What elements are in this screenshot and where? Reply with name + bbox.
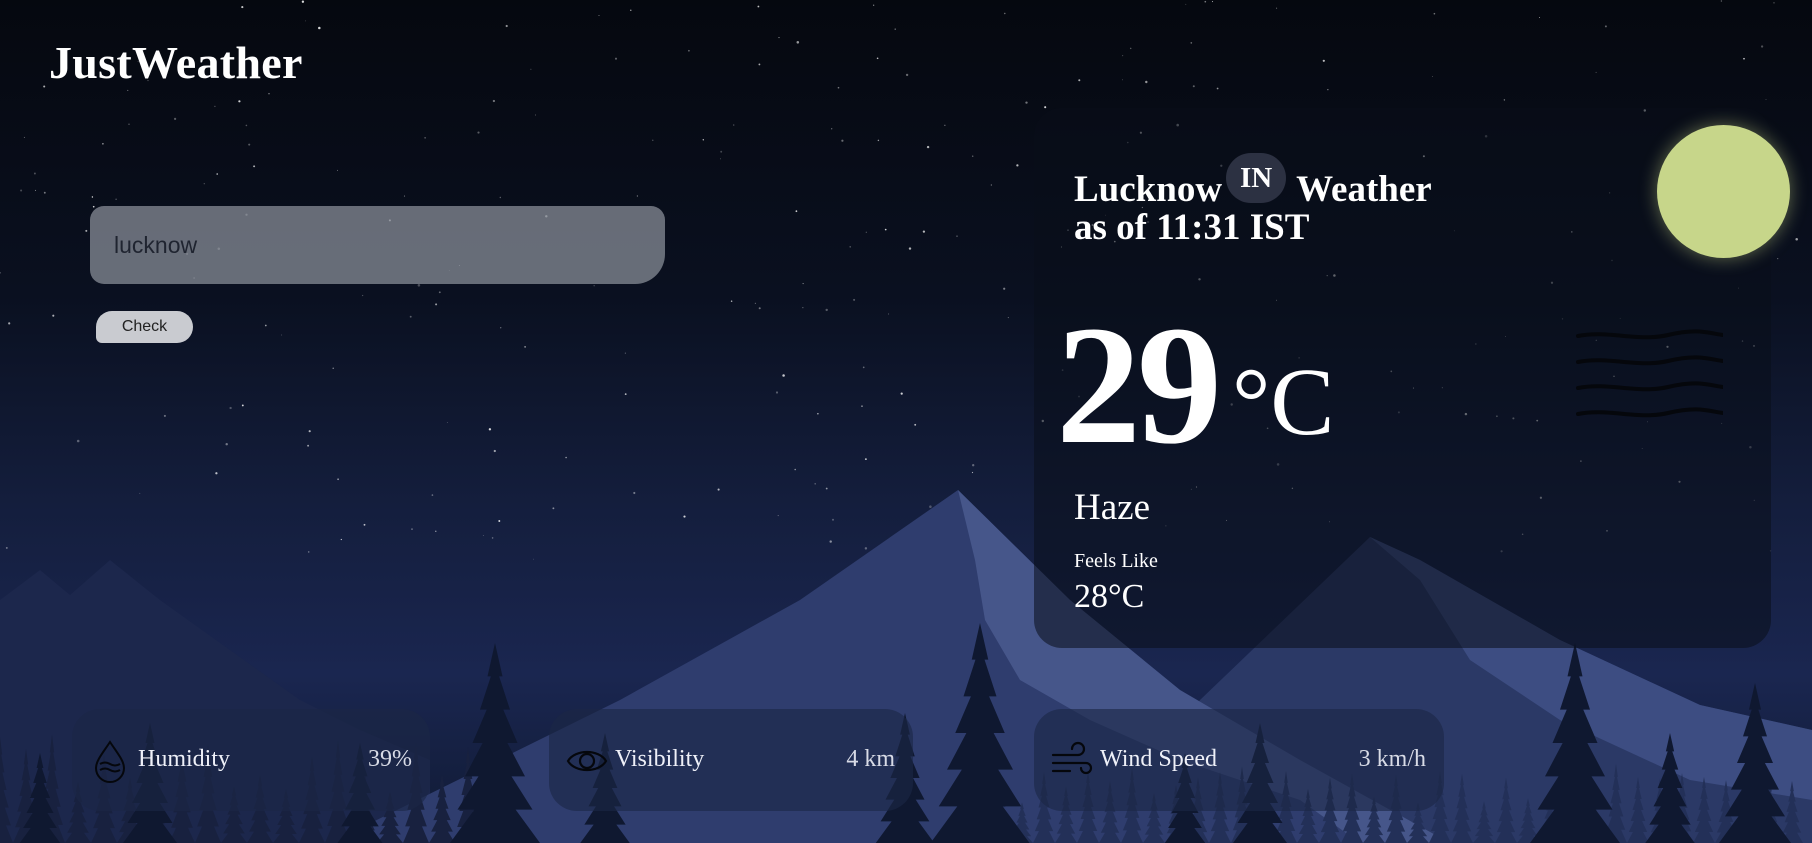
visibility-value: 4 km <box>846 746 895 772</box>
city-search-input[interactable] <box>90 206 665 284</box>
as-of-time: as of 11:31 IST <box>1074 207 1310 248</box>
eye-icon <box>566 750 608 772</box>
feels-like-label: Feels Like <box>1074 550 1158 572</box>
moon-icon <box>1657 125 1790 258</box>
humidity-card: Humidity 39% <box>72 709 430 811</box>
humidity-label: Humidity <box>138 746 231 772</box>
feels-like-value: 28°C <box>1074 578 1145 615</box>
weather-heading-suffix: Weather <box>1296 168 1432 210</box>
weather-condition: Haze <box>1074 487 1150 528</box>
country-badge: IN <box>1226 153 1287 203</box>
visibility-card: Visibility 4 km <box>549 709 913 811</box>
humidity-value: 39% <box>368 746 412 772</box>
check-button[interactable]: Check <box>96 311 193 343</box>
visibility-label: Visibility <box>615 746 705 772</box>
current-temperature: 29 <box>1056 291 1222 479</box>
wind-speed-value: 3 km/h <box>1358 746 1426 772</box>
app-title: JustWeather <box>49 37 303 88</box>
wind-speed-card: Wind Speed 3 km/h <box>1034 709 1444 811</box>
wind-speed-label: Wind Speed <box>1100 746 1218 772</box>
temperature-unit: °C <box>1232 348 1335 455</box>
city-name: Lucknow <box>1074 168 1223 210</box>
haze-icon <box>1576 329 1723 418</box>
humidity-drop-icon <box>94 740 126 783</box>
wind-icon <box>1051 741 1093 775</box>
